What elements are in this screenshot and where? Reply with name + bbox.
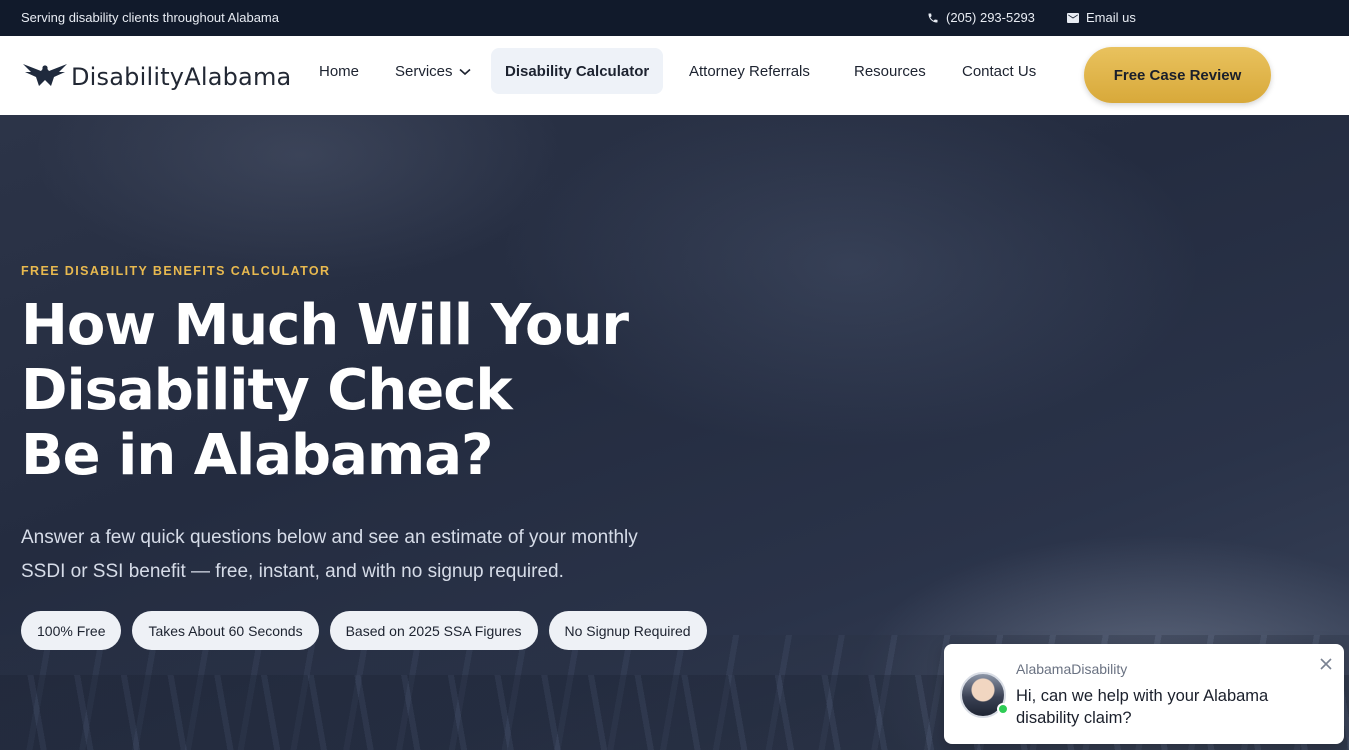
nav-services-label: Services	[395, 62, 453, 80]
nav-home[interactable]: Home	[319, 48, 359, 94]
hero-headline: How Much Will Your Disability Check Be i…	[21, 293, 629, 488]
chevron-down-icon	[458, 63, 471, 80]
site-header: DisabilityAlabama Home Services Disabili…	[0, 36, 1349, 115]
logo-text: DisabilityAlabama	[71, 62, 292, 91]
top-bar: Serving disability clients throughout Al…	[0, 0, 1349, 36]
nav-disability-calculator[interactable]: Disability Calculator	[491, 48, 664, 94]
pill-no-signup: No Signup Required	[548, 611, 707, 650]
phone-link[interactable]: (205) 293-5293	[927, 10, 1035, 25]
envelope-icon	[1067, 12, 1079, 23]
email-label: Email us	[1086, 10, 1136, 25]
nav-services[interactable]: Services	[395, 48, 471, 94]
nav-attorney-referrals[interactable]: Attorney Referrals	[689, 48, 810, 94]
free-case-review-button[interactable]: Free Case Review	[1084, 47, 1271, 103]
nav-resources[interactable]: Resources	[854, 48, 926, 94]
subtext-line-1: Answer a few quick questions below and s…	[21, 527, 638, 548]
phone-number: (205) 293-5293	[946, 10, 1035, 25]
phone-icon	[927, 12, 939, 24]
headline-line-1: How Much Will Your	[21, 293, 629, 358]
chat-widget[interactable]: AlabamaDisability Hi, can we help with y…	[944, 644, 1344, 744]
email-link[interactable]: Email us	[1067, 10, 1136, 25]
close-icon[interactable]	[1319, 657, 1333, 671]
hero-eyebrow: FREE DISABILITY BENEFITS CALCULATOR	[21, 264, 331, 278]
chat-sender: AlabamaDisability	[1016, 661, 1128, 677]
online-status-dot	[997, 703, 1009, 715]
subtext-line-2: SSDI or SSI benefit — free, instant, and…	[21, 561, 564, 582]
eagle-icon	[21, 60, 69, 93]
chat-message: Hi, can we help with your Alabama disabi…	[1016, 687, 1269, 727]
feature-pills: 100% Free Takes About 60 Seconds Based o…	[21, 611, 707, 650]
nav-contact-us[interactable]: Contact Us	[962, 48, 1036, 94]
site-logo[interactable]: DisabilityAlabama	[21, 60, 291, 93]
topbar-tagline: Serving disability clients throughout Al…	[21, 10, 279, 25]
pill-free: 100% Free	[21, 611, 122, 650]
pill-duration: Takes About 60 Seconds	[132, 611, 319, 650]
hero-subtext: Answer a few quick questions below and s…	[21, 521, 721, 589]
headline-line-2: Disability Check	[21, 358, 513, 423]
headline-line-3: Be in Alabama?	[21, 423, 494, 488]
pill-ssa-figures: Based on 2025 SSA Figures	[329, 611, 538, 650]
